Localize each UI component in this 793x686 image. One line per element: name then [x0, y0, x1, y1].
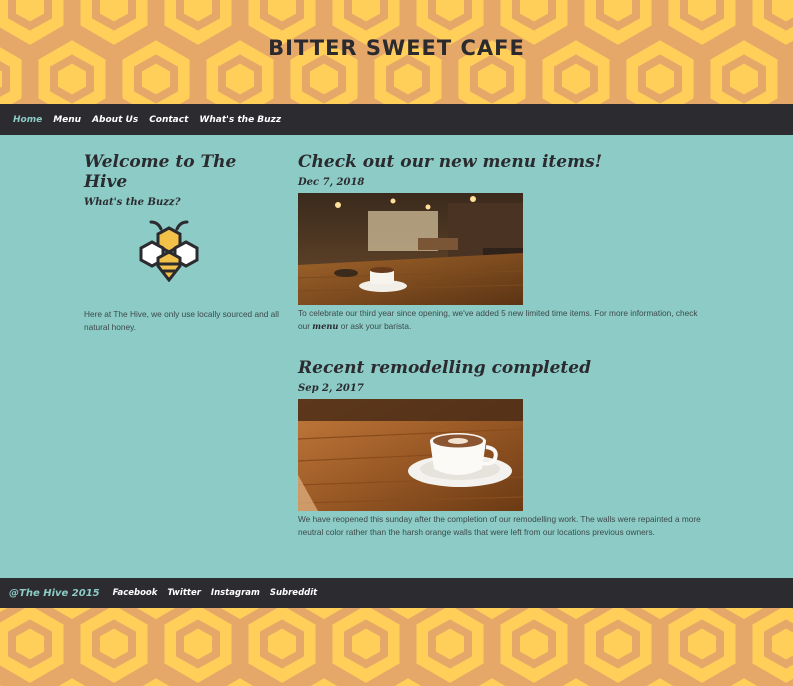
nav-home[interactable]: Home [13, 115, 42, 125]
sidebar-text: Here at The Hive, we only use locally so… [84, 309, 279, 332]
post-remodelling: Recent remodelling completed Sep 2, 2017 [298, 358, 718, 539]
post-title: Recent remodelling completed [298, 358, 591, 378]
post-date: Dec 7, 2018 [298, 177, 365, 188]
nav-whats-the-buzz[interactable]: What's the Buzz [199, 115, 281, 125]
post-title: Check out our new menu items! [298, 152, 603, 172]
footer-link-instagram[interactable]: Instagram [211, 588, 260, 598]
honeycomb-footer-background [0, 608, 793, 686]
main-navbar: Home Menu About Us Contact What's the Bu… [0, 104, 793, 135]
post-date: Sep 2, 2017 [298, 383, 364, 394]
footer-link-twitter[interactable]: Twitter [167, 588, 200, 598]
cafe-interior-photo [298, 193, 523, 305]
sidebar: Welcome to The Hive What's the Buzz? Her… [84, 152, 284, 332]
sidebar-subtitle: What's the Buzz? [84, 197, 181, 208]
menu-link[interactable]: menu [312, 321, 338, 331]
nav-contact[interactable]: Contact [149, 115, 188, 125]
main-content: Welcome to The Hive What's the Buzz? Her… [0, 135, 793, 578]
site-title: BITTER SWEET CAFE [268, 36, 525, 60]
post-text: We have reopened this sunday after the c… [298, 514, 701, 537]
nav-menu[interactable]: Menu [53, 115, 81, 125]
bee-icon [139, 220, 199, 282]
post-text: To celebrate our third year since openin… [298, 307, 710, 333]
footer-copyright: @The Hive 2015 [9, 587, 100, 599]
honeycomb-pattern [0, 608, 793, 686]
nav-about-us[interactable]: About Us [92, 115, 138, 125]
footer-link-subreddit[interactable]: Subreddit [270, 588, 317, 598]
post-new-menu-items: Check out our new menu items! Dec 7, 201… [298, 152, 718, 333]
site-footer: @The Hive 2015 Facebook Twitter Instagra… [0, 578, 793, 608]
post-text-part: or ask your barista. [338, 321, 412, 331]
footer-link-facebook[interactable]: Facebook [113, 588, 158, 598]
sidebar-title: Welcome to The Hive [84, 152, 237, 192]
coffee-cup-photo [298, 399, 523, 511]
